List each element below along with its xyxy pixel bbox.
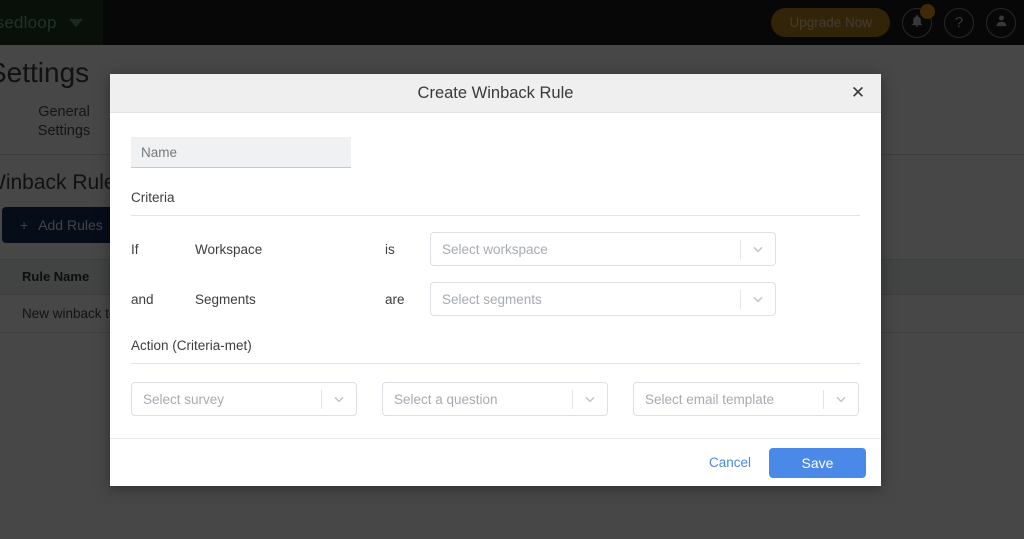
close-icon[interactable]: ✕ — [847, 82, 869, 104]
dialog-header: Create Winback Rule ✕ — [110, 74, 881, 113]
criteria-divider — [131, 215, 860, 216]
action-selects-row: Select survey Select a question Select e… — [131, 382, 860, 416]
criteria-row-workspace: If Workspace is Select workspace — [131, 232, 860, 266]
action-divider — [131, 363, 860, 364]
chevron-down-icon[interactable] — [824, 391, 858, 407]
cancel-button[interactable]: Cancel — [709, 455, 751, 470]
workspace-select[interactable]: Select workspace — [430, 232, 776, 266]
chevron-down-icon[interactable] — [741, 241, 775, 257]
question-select-placeholder: Select a question — [394, 391, 498, 407]
name-input[interactable] — [131, 137, 351, 168]
survey-select-placeholder: Select survey — [143, 391, 225, 407]
email-template-select-placeholder: Select email template — [645, 391, 775, 407]
criteria-field-label: Workspace — [195, 241, 263, 257]
segments-select-placeholder: Select segments — [442, 291, 542, 307]
segments-select[interactable]: Select segments — [430, 282, 776, 316]
dialog-title: Create Winback Rule — [417, 83, 574, 102]
criteria-conjunction: and — [131, 291, 154, 307]
criteria-operator-label: are — [385, 291, 405, 307]
save-button[interactable]: Save — [769, 447, 866, 478]
create-winback-rule-dialog: Create Winback Rule ✕ Criteria If Worksp… — [110, 74, 881, 486]
criteria-conjunction: If — [131, 241, 139, 257]
question-select[interactable]: Select a question — [382, 382, 608, 416]
email-template-select[interactable]: Select email template — [633, 382, 859, 416]
action-section-label: Action (Criteria-met) — [131, 338, 252, 353]
criteria-row-segments: and Segments are Select segments — [131, 282, 860, 316]
criteria-section-label: Criteria — [131, 190, 175, 205]
workspace-select-placeholder: Select workspace — [442, 241, 548, 257]
chevron-down-icon[interactable] — [573, 391, 607, 407]
dialog-footer: Cancel Save — [110, 438, 881, 486]
criteria-field-label: Segments — [195, 291, 256, 307]
dialog-body: Criteria If Workspace is Select workspac… — [110, 113, 881, 438]
survey-select[interactable]: Select survey — [131, 382, 357, 416]
criteria-operator-label: is — [385, 241, 395, 257]
chevron-down-icon[interactable] — [322, 391, 356, 407]
chevron-down-icon[interactable] — [741, 291, 775, 307]
